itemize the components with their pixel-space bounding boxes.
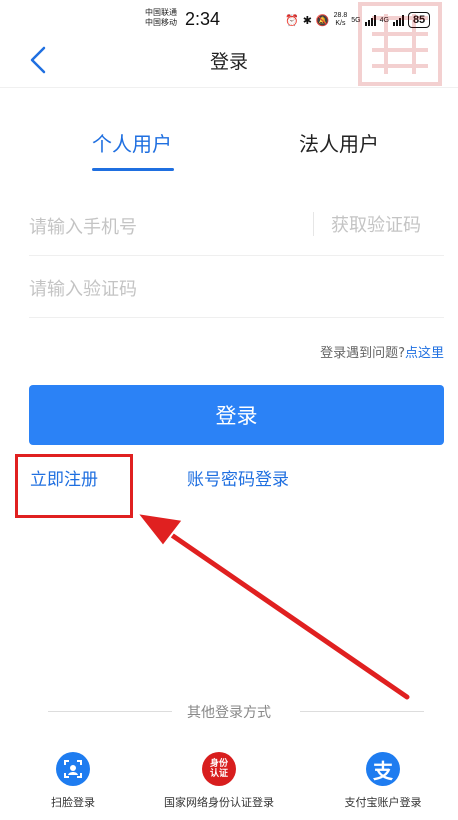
active-tab-indicator bbox=[92, 168, 174, 171]
verification-code-input[interactable] bbox=[29, 272, 299, 306]
national-id-login[interactable]: 身份认证 国家网络身份认证登录 bbox=[157, 752, 281, 810]
phone-input[interactable] bbox=[29, 210, 299, 244]
carrier-names: 中国联通 中国移动 bbox=[145, 8, 177, 28]
alarm-icon: ⏰ bbox=[285, 14, 299, 27]
login-help: 登录遇到问题?点这里 bbox=[320, 342, 444, 361]
face-scan-login[interactable]: 扫脸登录 bbox=[45, 752, 101, 810]
help-link[interactable]: 点这里 bbox=[405, 346, 444, 361]
alipay-icon: 支 bbox=[366, 752, 400, 786]
alipay-login[interactable]: 支 支付宝账户登录 bbox=[338, 752, 428, 810]
login-button[interactable]: 登录 bbox=[29, 385, 444, 445]
get-code-button[interactable]: 获取验证码 bbox=[331, 211, 421, 237]
code-field-row bbox=[29, 258, 444, 318]
page-title: 登录 bbox=[209, 51, 248, 73]
help-text: 登录遇到问题? bbox=[320, 346, 405, 361]
mute-icon: 🔕 bbox=[315, 14, 330, 27]
id-auth-icon-text: 身份认证 bbox=[209, 759, 228, 779]
tab-personal-user[interactable]: 个人用户 bbox=[92, 128, 172, 157]
face-scan-icon bbox=[56, 752, 90, 786]
carrier-2: 中国移动 bbox=[145, 18, 177, 27]
field-divider bbox=[313, 212, 314, 236]
tab-legal-user[interactable]: 法人用户 bbox=[299, 128, 379, 157]
other-login-divider-right bbox=[300, 711, 424, 712]
face-scan-label: 扫脸登录 bbox=[51, 796, 95, 809]
alipay-icon-text: 支 bbox=[373, 758, 393, 783]
annotation-highlight-box bbox=[15, 454, 133, 518]
id-auth-icon: 身份认证 bbox=[202, 752, 236, 786]
bluetooth-icon: ✱ bbox=[302, 14, 312, 27]
other-login-title: 其他登录方式 bbox=[187, 705, 271, 721]
alipay-label: 支付宝账户登录 bbox=[344, 796, 422, 809]
nav-bar: 登录 bbox=[0, 38, 458, 88]
user-type-tabs: 个人用户 法人用户 bbox=[0, 128, 458, 174]
status-bar: 中国联通 中国移动 2:34 ⏰ ✱ 🔕 28.8 K/s 5G 4G 85 bbox=[0, 0, 458, 86]
status-time: 2:34 bbox=[185, 9, 221, 29]
phone-field-row: 获取验证码 bbox=[29, 196, 444, 256]
national-id-label: 国家网络身份认证登录 bbox=[164, 796, 274, 809]
carrier-1: 中国联通 bbox=[145, 8, 177, 17]
password-login-link[interactable]: 账号密码登录 bbox=[187, 465, 289, 490]
